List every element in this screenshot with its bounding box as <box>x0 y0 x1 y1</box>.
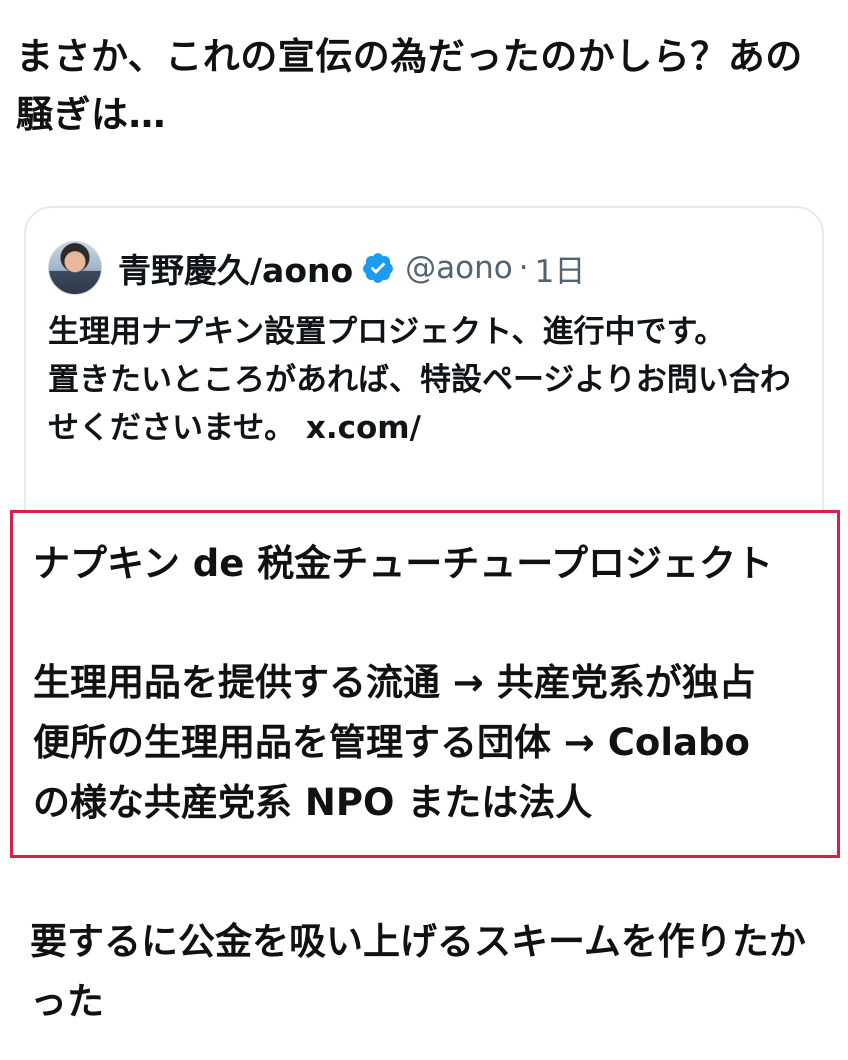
quoted-post-body: 生理用ナプキン設置プロジェクト、進行中です。 置きたいところがあれば、特設ページ… <box>48 314 791 446</box>
post-timestamp[interactable]: 1日 <box>535 246 586 291</box>
annotation-line: 生理用品を提供する流通 → 共産党系が独占 <box>33 661 756 704</box>
conclusion-text: 要するに公金を吸い上げるスキームを作りたかった <box>30 920 806 1023</box>
annotation-line: の様な共産党系 NPO または法人 <box>33 781 593 824</box>
author-handle[interactable]: @aono <box>405 250 513 286</box>
author-name[interactable]: 青野慶久/aono <box>118 244 353 292</box>
annotation-lines: 生理用品を提供する流通 → 共産党系が独占 便所の生理用品を管理する団体 → C… <box>33 653 756 833</box>
annotation-title: ナプキン de 税金チューチュープロジェクト <box>33 542 774 585</box>
annotation-line: 便所の生理用品を管理する団体 → Colabo <box>33 721 750 764</box>
highlighted-annotation-box: ナプキン de 税金チューチュープロジェクト 生理用品を提供する流通 → 共産党… <box>10 510 840 858</box>
quoted-post-card[interactable]: 青野慶久/aono @aono · 1日 生理用ナプキン設置プロジェクト、進行中… <box>24 206 824 546</box>
post-text: まさか、これの宣伝の為だったのかしら？あの騒ぎは… <box>16 35 803 136</box>
author-avatar[interactable] <box>48 241 102 295</box>
dot-separator: · <box>518 250 529 286</box>
verified-badge-icon <box>361 251 395 285</box>
quoted-post-header: 青野慶久/aono @aono · 1日 <box>48 241 585 295</box>
